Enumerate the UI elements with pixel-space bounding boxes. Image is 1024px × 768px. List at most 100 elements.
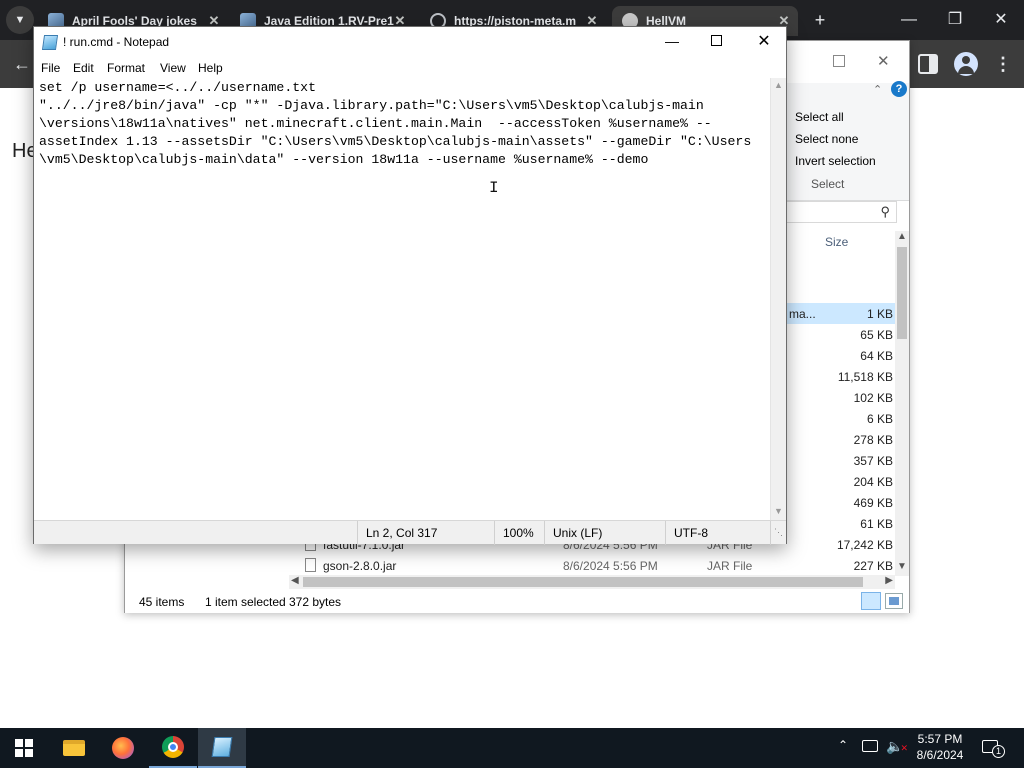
clock-time: 5:57 PM [917, 732, 963, 746]
firefox-icon [112, 737, 134, 759]
side-panel-icon[interactable] [918, 54, 938, 74]
maximize-icon[interactable] [833, 55, 845, 67]
explorer-horizontal-scrollbar[interactable]: ◀ ▶ [289, 575, 895, 589]
menu-format[interactable]: Format [107, 61, 145, 75]
column-header-size[interactable]: Size [825, 235, 848, 249]
menu-help[interactable]: Help [198, 61, 223, 75]
close-icon[interactable]: ✕ [752, 31, 776, 53]
notepad-taskbar-button[interactable] [198, 728, 246, 768]
file-explorer-taskbar-button[interactable] [50, 728, 98, 768]
tab-search-button[interactable]: ▼ [6, 6, 34, 34]
menu-view[interactable]: View [160, 61, 186, 75]
selection-count: 1 item selected [205, 595, 286, 609]
file-size: 102 KB [853, 391, 893, 405]
text-line: assetIndex 1.13 --assetsDir "C:\Users\vm… [39, 134, 752, 149]
scroll-thumb[interactable] [303, 577, 863, 587]
search-icon: ⚲ [880, 204, 890, 219]
large-icons-view-icon[interactable] [885, 593, 903, 609]
file-size: 17,242 KB [836, 538, 893, 552]
resize-grip-icon[interactable]: ⋱ [774, 527, 783, 538]
volume-muted-icon[interactable]: 🔈✕ [886, 738, 908, 755]
notepad-icon [211, 737, 233, 757]
explorer-status-bar: 45 items 1 item selected 372 bytes [125, 591, 909, 613]
scroll-down-icon[interactable]: ▼ [897, 561, 907, 572]
menu-edit[interactable]: Edit [73, 61, 94, 75]
help-icon[interactable]: ? [891, 81, 907, 97]
file-size: 65 KB [860, 328, 893, 342]
ribbon-group-label: Select [811, 177, 845, 191]
notepad-text-area[interactable]: set /p username=<../../username.txt "../.… [34, 78, 770, 520]
folder-icon [63, 740, 85, 756]
notepad-window: ! run.cmd - Notepad — ✕ File Edit Format… [33, 26, 787, 545]
restore-icon[interactable]: ❐ [932, 0, 978, 40]
file-size: 6 KB [866, 412, 893, 426]
file-size: 204 KB [853, 475, 893, 489]
chrome-icon [162, 736, 184, 758]
explorer-vertical-scrollbar[interactable]: ▲ ▼ [895, 231, 909, 576]
file-size: 469 KB [853, 496, 893, 510]
minimize-icon[interactable]: — [660, 31, 684, 51]
notepad-vertical-scrollbar[interactable]: ▲ ▼ [770, 78, 786, 520]
text-line: set /p username=<../../username.txt [39, 80, 316, 95]
windows-taskbar: ⌃ 🔈✕ 5:57 PM 8/6/2024 1 [0, 728, 1024, 768]
scroll-left-icon[interactable]: ◀ [291, 575, 299, 586]
cursor-position: Ln 2, Col 317 [366, 526, 438, 540]
profile-avatar-icon[interactable] [954, 52, 978, 76]
file-size: 278 KB [853, 433, 893, 447]
file-size: 64 KB [860, 349, 893, 363]
encoding: UTF-8 [674, 526, 708, 540]
windows-logo-icon [15, 739, 33, 757]
notepad-status-bar: Ln 2, Col 317 100% Unix (LF) UTF-8 ⋱ [34, 520, 786, 545]
new-tab-button[interactable]: + [808, 8, 832, 32]
clock-date: 8/6/2024 [916, 748, 964, 762]
close-icon[interactable]: ✕ [877, 52, 890, 70]
file-size: 357 KB [853, 454, 893, 468]
chevron-down-icon: ▼ [14, 14, 26, 26]
minimize-icon[interactable]: — [886, 0, 932, 40]
select-all-button[interactable]: Select all [795, 110, 844, 124]
ribbon-collapse-icon[interactable]: ⌃ [873, 83, 882, 96]
notepad-title: ! run.cmd - Notepad [63, 35, 170, 49]
notepad-app-icon [41, 35, 59, 50]
file-size: 11,518 KB [837, 370, 893, 384]
file-date: 8/6/2024 5:56 PM [563, 559, 658, 573]
back-icon[interactable]: ← [10, 52, 34, 76]
scroll-up-icon[interactable]: ▲ [774, 80, 783, 90]
clock[interactable]: 5:57 PM 8/6/2024 [910, 731, 970, 763]
chrome-taskbar-button[interactable] [149, 728, 197, 768]
details-view-icon[interactable] [861, 592, 881, 610]
scroll-down-icon[interactable]: ▼ [774, 506, 783, 516]
text-cursor-icon: I [489, 179, 499, 197]
column-size-label: Size [825, 235, 849, 249]
show-hidden-icons-chevron-icon[interactable]: ⌃ [838, 738, 848, 752]
maximize-icon[interactable] [711, 35, 722, 46]
invert-selection-button[interactable]: Invert selection [795, 154, 876, 168]
scroll-thumb[interactable] [897, 247, 907, 339]
menu-file[interactable]: File [41, 61, 60, 75]
start-button[interactable] [0, 728, 48, 768]
file-name: ma... [789, 307, 816, 321]
file-size: 1 KB [866, 307, 893, 321]
notepad-title-bar[interactable]: ! run.cmd - Notepad — ✕ [34, 27, 786, 58]
file-row[interactable]: gson-2.8.0.jar 8/6/2024 5:56 PM JAR File… [125, 555, 895, 576]
text-line: "../../jre8/bin/java" -cp "*" -Djava.lib… [39, 98, 704, 113]
close-icon[interactable]: ✕ [978, 0, 1024, 40]
explorer-search-box[interactable]: ⚲ [775, 201, 897, 223]
jar-file-icon [305, 558, 316, 572]
browser-menu-icon[interactable]: ⋮ [994, 52, 1012, 76]
select-none-button[interactable]: Select none [795, 132, 858, 146]
invert-selection-label: Invert selection [795, 154, 876, 168]
scroll-right-icon[interactable]: ▶ [885, 575, 893, 586]
file-name: gson-2.8.0.jar [323, 559, 397, 573]
notification-center-button[interactable]: 1 [980, 738, 1006, 758]
scroll-up-icon[interactable]: ▲ [897, 231, 907, 242]
text-line: \versions\18w11a\natives" net.minecraft.… [39, 116, 712, 131]
notification-badge: 1 [992, 745, 1005, 758]
select-all-label: Select all [795, 110, 844, 124]
file-type: JAR File [707, 559, 753, 573]
firefox-taskbar-button[interactable] [99, 728, 147, 768]
item-count: 45 items [139, 595, 185, 609]
network-icon[interactable] [862, 740, 878, 752]
notepad-menu-bar: File Edit Format View Help [34, 58, 786, 78]
zoom-level: 100% [503, 526, 534, 540]
